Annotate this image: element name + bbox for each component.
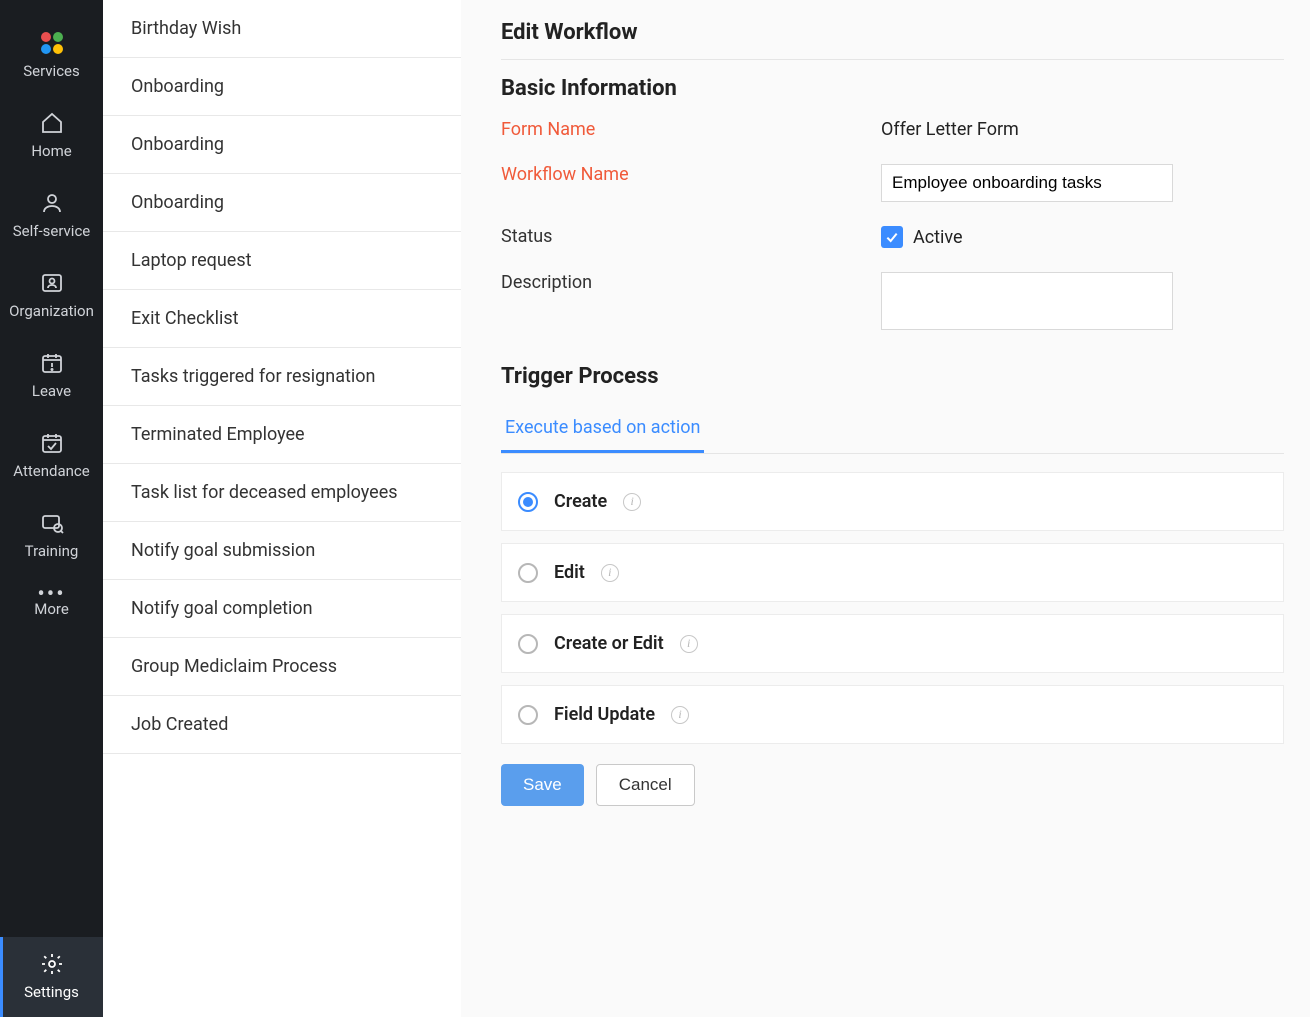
trigger-process-heading: Trigger Process	[501, 364, 1284, 389]
trigger-option-label: Edit	[554, 562, 585, 583]
trigger-option-label: Create	[554, 491, 607, 512]
nav-label: Attendance	[13, 462, 89, 480]
workflow-item[interactable]: Notify goal submission	[103, 522, 461, 580]
page-title: Edit Workflow	[501, 0, 1284, 60]
nav-label: Settings	[24, 983, 79, 1001]
trigger-option[interactable]: Createi	[501, 472, 1284, 531]
person-icon	[39, 190, 65, 216]
tab-execute-action[interactable]: Execute based on action	[501, 407, 704, 453]
nav-item-home[interactable]: Home	[0, 96, 103, 176]
nav-label: Self-service	[13, 222, 91, 240]
status-label: Status	[501, 226, 881, 247]
workflow-list[interactable]: Birthday WishOnboardingOnboardingOnboard…	[103, 0, 461, 1017]
workflow-item[interactable]: Terminated Employee	[103, 406, 461, 464]
form-name-value: Offer Letter Form	[881, 119, 1284, 140]
calendar-alert-icon	[39, 350, 65, 376]
nav-label: Home	[31, 142, 71, 160]
workflow-item[interactable]: Laptop request	[103, 232, 461, 290]
nav-item-services[interactable]: Services	[0, 0, 103, 96]
nav-item-organization[interactable]: Organization	[0, 256, 103, 336]
trigger-option-label: Create or Edit	[554, 633, 664, 654]
calendar-check-icon	[39, 430, 65, 456]
trigger-option-label: Field Update	[554, 704, 655, 725]
cancel-button[interactable]: Cancel	[596, 764, 695, 806]
organization-icon	[39, 270, 65, 296]
more-dots-icon: •••	[37, 590, 65, 600]
nav-item-leave[interactable]: Leave	[0, 336, 103, 416]
nav-sidebar: Services Home Self-service Organization	[0, 0, 103, 1017]
workflow-name-input[interactable]	[881, 164, 1173, 202]
radio-icon[interactable]	[518, 563, 538, 583]
nav-label: Services	[23, 62, 80, 80]
workflow-item[interactable]: Birthday Wish	[103, 0, 461, 58]
active-label: Active	[913, 227, 963, 248]
nav-item-training[interactable]: Training	[0, 496, 103, 576]
workflow-item[interactable]: Exit Checklist	[103, 290, 461, 348]
basic-info-heading: Basic Information	[501, 76, 1284, 101]
workflow-item[interactable]: Tasks triggered for resignation	[103, 348, 461, 406]
radio-icon[interactable]	[518, 705, 538, 725]
info-icon[interactable]: i	[680, 635, 698, 653]
save-button[interactable]: Save	[501, 764, 584, 806]
info-icon[interactable]: i	[601, 564, 619, 582]
nav-item-settings[interactable]: Settings	[0, 937, 103, 1017]
radio-icon[interactable]	[518, 492, 538, 512]
active-checkbox[interactable]	[881, 226, 903, 248]
nav-item-attendance[interactable]: Attendance	[0, 416, 103, 496]
workflow-item[interactable]: Onboarding	[103, 58, 461, 116]
description-label: Description	[501, 272, 881, 293]
form-name-label: Form Name	[501, 119, 881, 140]
info-icon[interactable]: i	[623, 493, 641, 511]
services-logo-icon	[39, 32, 65, 54]
nav-label: Organization	[9, 302, 94, 320]
workflow-name-label: Workflow Name	[501, 164, 881, 185]
trigger-option[interactable]: Create or Edit i	[501, 614, 1284, 673]
radio-icon[interactable]	[518, 634, 538, 654]
nav-item-self-service[interactable]: Self-service	[0, 176, 103, 256]
gear-icon	[39, 951, 65, 977]
workflow-item[interactable]: Notify goal completion	[103, 580, 461, 638]
workflow-item[interactable]: Job Created	[103, 696, 461, 754]
nav-item-more[interactable]: ••• More	[0, 576, 103, 634]
info-icon[interactable]: i	[671, 706, 689, 724]
main-content: Edit Workflow Basic Information Form Nam…	[461, 0, 1310, 1017]
nav-label: Leave	[32, 382, 71, 400]
trigger-option[interactable]: Field Update i	[501, 685, 1284, 744]
training-icon	[39, 510, 65, 536]
home-icon	[39, 110, 65, 136]
workflow-item[interactable]: Group Mediclaim Process	[103, 638, 461, 696]
nav-label: Training	[25, 542, 79, 560]
trigger-option[interactable]: Editi	[501, 543, 1284, 602]
workflow-item[interactable]: Onboarding	[103, 174, 461, 232]
nav-label: More	[34, 600, 69, 618]
description-textarea[interactable]	[881, 272, 1173, 330]
workflow-item[interactable]: Task list for deceased employees	[103, 464, 461, 522]
workflow-item[interactable]: Onboarding	[103, 116, 461, 174]
